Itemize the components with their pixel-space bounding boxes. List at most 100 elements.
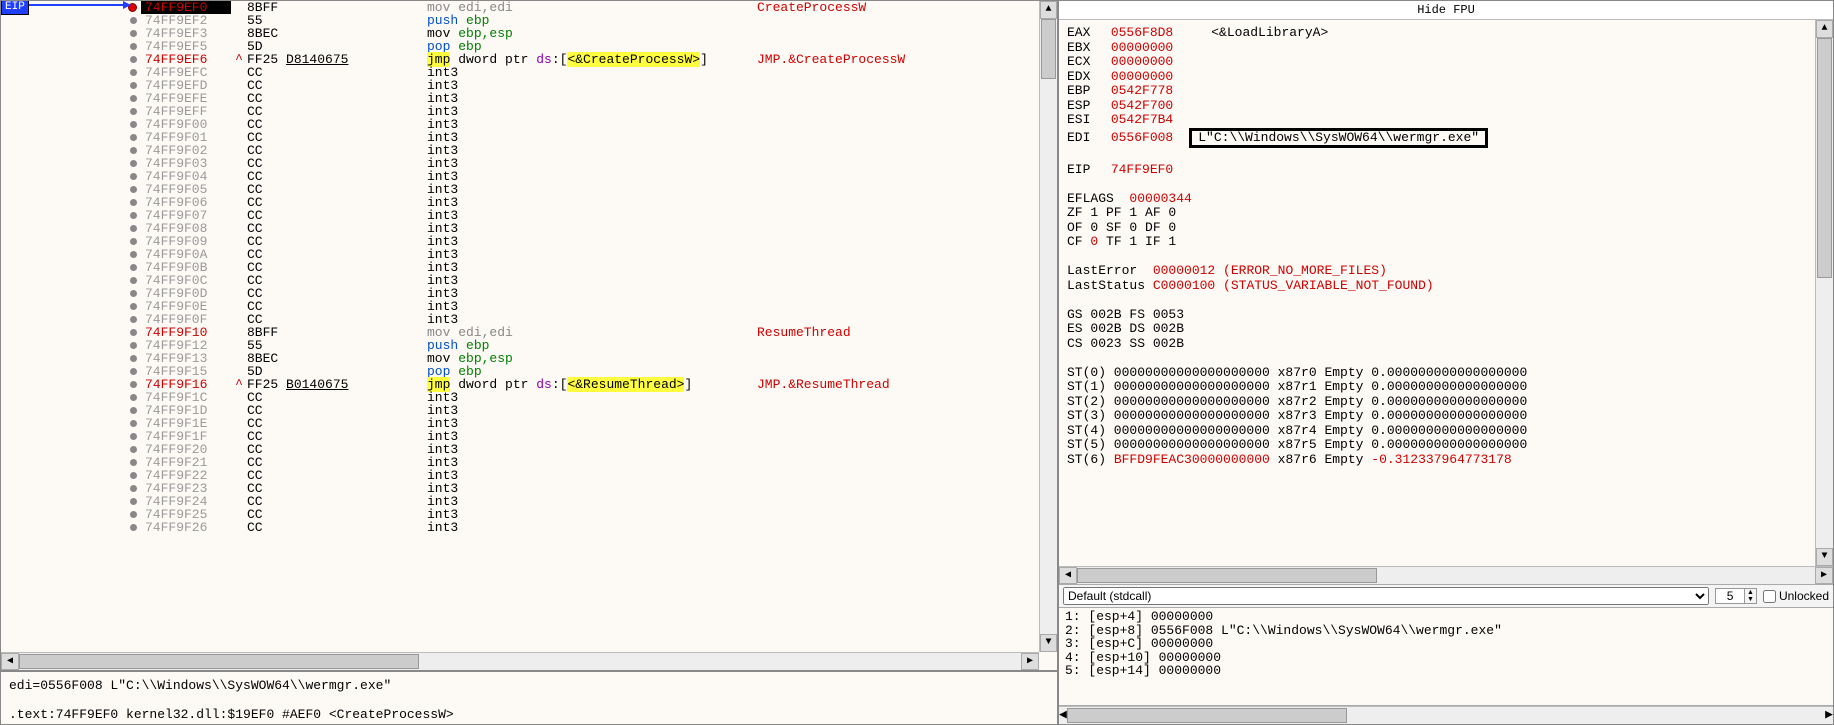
scroll-left-icon[interactable]: ◀ <box>1059 707 1067 724</box>
registers-vscroll[interactable]: ▲ ▼ <box>1815 20 1833 566</box>
chevron-down-icon[interactable]: ▼ <box>1745 596 1756 603</box>
disasm-hscroll[interactable]: ◀ ▶ <box>1 652 1039 670</box>
mnemonic-cell: int3 <box>427 443 757 456</box>
comment-cell <box>757 482 1039 495</box>
bytes-cell: CC <box>247 183 427 196</box>
jump-mark <box>231 235 247 248</box>
bytes-cell: CC <box>247 495 427 508</box>
scroll-up-icon[interactable]: ▲ <box>1816 20 1833 38</box>
scroll-thumb[interactable] <box>1817 38 1832 278</box>
scroll-left-icon[interactable]: ◀ <box>1 653 19 670</box>
gutter-dot-icon <box>130 225 137 232</box>
scroll-thumb[interactable] <box>1067 708 1347 723</box>
scroll-thumb[interactable] <box>1041 19 1056 79</box>
mnemonic-cell: int3 <box>427 274 757 287</box>
comment-cell <box>757 287 1039 300</box>
register-eip: EIP 74FF9EF0 <box>1067 163 1815 178</box>
comment-cell <box>757 456 1039 469</box>
gutter-dot-icon <box>130 30 137 37</box>
jump-mark <box>231 521 247 534</box>
jump-mark <box>231 27 247 40</box>
disassembly-view[interactable]: EIP74FF9EF08BFFmov edi,ediCreateProcessW… <box>1 1 1057 670</box>
disasm-vscroll[interactable]: ▲ ▼ <box>1039 1 1057 652</box>
jump-mark <box>231 66 247 79</box>
calling-convention-bar: Default (stdcall) ▲▼ Unlocked <box>1059 584 1833 608</box>
comment-cell <box>757 352 1039 365</box>
scroll-left-icon[interactable]: ◀ <box>1059 567 1077 584</box>
gutter-dot-icon <box>130 459 137 466</box>
arg-count-input[interactable] <box>1716 589 1744 603</box>
comment-cell <box>757 131 1039 144</box>
bytes-cell: CC <box>247 261 427 274</box>
bytes-cell: CC <box>247 417 427 430</box>
address-cell: 74FF9F26 <box>141 521 231 534</box>
gutter-dot-icon <box>130 394 137 401</box>
comment-cell <box>757 248 1039 261</box>
fpu-row-red: ST(6) BFFD9FEAC30000000000 x87r6 Empty -… <box>1067 453 1815 468</box>
jump-mark <box>231 430 247 443</box>
gutter-dot-icon <box>130 524 137 531</box>
comment-cell <box>757 183 1039 196</box>
mnemonic-cell: int3 <box>427 456 757 469</box>
fpu-row: ST(0) 00000000000000000000 x87r0 Empty 0… <box>1067 366 1815 381</box>
bytes-cell: CC <box>247 66 427 79</box>
mnemonic-cell: int3 <box>427 300 757 313</box>
comment-cell <box>757 300 1039 313</box>
fpu-row: ST(4) 00000000000000000000 x87r4 Empty 0… <box>1067 424 1815 439</box>
comment-cell <box>757 170 1039 183</box>
flags-row: CF 0 TF 1 IF 1 <box>1067 235 1815 250</box>
jump-mark <box>231 287 247 300</box>
scroll-right-icon[interactable]: ▶ <box>1825 707 1833 724</box>
disasm-row[interactable]: 74FF9F26CCint3 <box>1 521 1039 534</box>
scroll-down-icon[interactable]: ▼ <box>1816 548 1833 566</box>
mnemonic-cell: int3 <box>427 144 757 157</box>
gutter-dot-icon <box>130 108 137 115</box>
bytes-cell: CC <box>247 118 427 131</box>
scroll-thumb[interactable] <box>19 654 419 669</box>
jump-mark <box>231 391 247 404</box>
mnemonic-cell: int3 <box>427 79 757 92</box>
gutter-dot-icon <box>130 121 137 128</box>
jump-mark <box>231 482 247 495</box>
bytes-cell: 8BFF <box>247 326 427 339</box>
scroll-thumb[interactable] <box>1077 568 1377 583</box>
scroll-right-icon[interactable]: ▶ <box>1021 653 1039 670</box>
bytes-cell: CC <box>247 430 427 443</box>
gutter-dot-icon <box>130 472 137 479</box>
comment-cell <box>757 209 1039 222</box>
mnemonic-cell: jmp dword ptr ds:[<&ResumeThread>] <box>427 378 757 391</box>
unlocked-checkbox[interactable]: Unlocked <box>1763 589 1829 603</box>
gutter-dot-icon <box>130 160 137 167</box>
bytes-cell: CC <box>247 508 427 521</box>
hide-fpu-button[interactable]: Hide FPU <box>1059 1 1833 20</box>
scroll-up-icon[interactable]: ▲ <box>1040 1 1057 19</box>
bytes-cell: CC <box>247 521 427 534</box>
jump-mark <box>231 170 247 183</box>
gutter-dot-icon <box>130 498 137 505</box>
stack-arg-row: 1: [esp+4] 00000000 <box>1065 610 1827 624</box>
calling-convention-select[interactable]: Default (stdcall) <box>1063 587 1709 605</box>
fpu-row: ST(2) 00000000000000000000 x87r2 Empty 0… <box>1067 395 1815 410</box>
eip-tag: EIP <box>1 1 29 15</box>
stack-args-view[interactable]: 1: [esp+4] 000000002: [esp+8] 0556F008 L… <box>1059 608 1833 706</box>
gutter-dot-icon <box>130 147 137 154</box>
jump-mark <box>231 326 247 339</box>
registers-view[interactable]: EAX 0556F8D8<&LoadLibraryA>EBX 00000000E… <box>1059 20 1833 566</box>
jump-mark <box>231 339 247 352</box>
bytes-cell: 8BEC <box>247 352 427 365</box>
spacer <box>1067 250 1815 265</box>
arg-count-stepper[interactable]: ▲▼ <box>1715 588 1757 604</box>
jump-mark <box>231 469 247 482</box>
mnemonic-cell: int3 <box>427 157 757 170</box>
mnemonic-cell: int3 <box>427 417 757 430</box>
bytes-cell: CC <box>247 300 427 313</box>
chevron-up-icon[interactable]: ▲ <box>1745 589 1756 596</box>
jump-mark <box>231 209 247 222</box>
segment-row: GS 002B FS 0053 <box>1067 308 1815 323</box>
scroll-right-icon[interactable]: ▶ <box>1815 567 1833 584</box>
mnemonic-cell: int3 <box>427 261 757 274</box>
stack-hscroll[interactable]: ◀ ▶ <box>1059 706 1833 724</box>
scroll-down-icon[interactable]: ▼ <box>1040 634 1057 652</box>
registers-hscroll[interactable]: ◀ ▶ <box>1059 566 1833 584</box>
gutter-dot-icon <box>130 186 137 193</box>
